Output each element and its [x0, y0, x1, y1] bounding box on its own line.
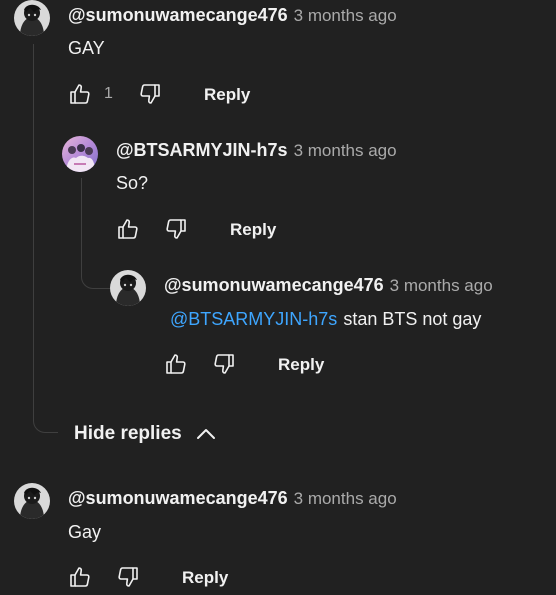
comment-text: So? — [116, 173, 149, 193]
hide-replies-button[interactable]: Hide replies — [74, 422, 218, 446]
mention-link[interactable]: @BTSARMYJIN-h7s — [170, 309, 337, 329]
chevron-up-icon — [196, 429, 215, 439]
thumbs-down-icon[interactable] — [116, 565, 140, 589]
comment-timestamp[interactable]: 3 months ago — [294, 489, 397, 508]
comment-timestamp[interactable]: 3 months ago — [294, 6, 397, 25]
thumbs-up-icon[interactable] — [68, 82, 92, 106]
avatar[interactable] — [14, 0, 50, 36]
reply-button[interactable]: Reply — [278, 355, 324, 375]
comment-header: @sumonuwamecange476 3 months ago — [68, 488, 397, 509]
comment-author[interactable]: @sumonuwamecange476 — [68, 5, 288, 25]
hide-replies-label: Hide replies — [74, 423, 182, 444]
reply-connector-line — [81, 178, 110, 289]
reply-button[interactable]: Reply — [230, 220, 276, 240]
thumbs-up-icon[interactable] — [164, 352, 188, 376]
like-count: 1 — [104, 85, 113, 102]
reply-button[interactable]: Reply — [182, 568, 228, 588]
thread-connector-line — [33, 44, 58, 433]
avatar[interactable] — [14, 483, 50, 519]
thumbs-down-icon[interactable] — [212, 352, 236, 376]
comment-timestamp[interactable]: 3 months ago — [294, 141, 397, 160]
comment-text: @BTSARMYJIN-h7s stan BTS not gay — [170, 309, 481, 330]
comment-body: stan BTS not gay — [343, 309, 482, 329]
comment-header: @BTSARMYJIN-h7s 3 months ago — [116, 140, 397, 161]
reply-button[interactable]: Reply — [204, 85, 250, 105]
comment-header: @sumonuwamecange476 3 months ago — [164, 275, 493, 296]
comment-author[interactable]: @sumonuwamecange476 — [68, 488, 288, 508]
thumbs-down-icon[interactable] — [138, 82, 162, 106]
thumbs-down-icon[interactable] — [164, 217, 188, 241]
comment-text: GAY — [68, 38, 105, 58]
comment-timestamp[interactable]: 3 months ago — [390, 276, 493, 295]
avatar[interactable] — [62, 136, 98, 172]
comment-header: @sumonuwamecange476 3 months ago — [68, 5, 397, 26]
thumbs-up-icon[interactable] — [68, 565, 92, 589]
comment-author[interactable]: @BTSARMYJIN-h7s — [116, 140, 288, 160]
comment-author[interactable]: @sumonuwamecange476 — [164, 275, 384, 295]
comment-text: Gay — [68, 522, 102, 542]
avatar[interactable] — [110, 270, 146, 306]
thumbs-up-icon[interactable] — [116, 217, 140, 241]
